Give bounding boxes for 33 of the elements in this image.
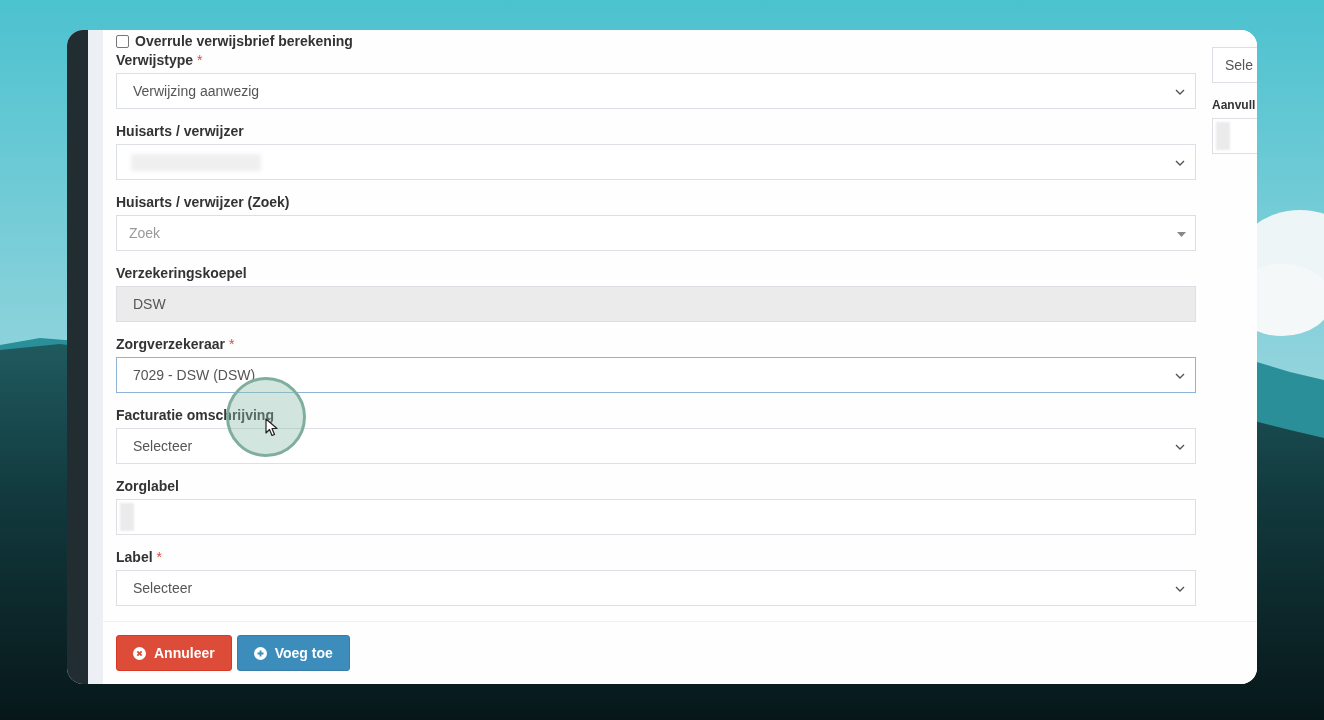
field-label: Aanvull — [1212, 97, 1256, 114]
select-field[interactable]: 7029 - DSW (DSW) — [116, 357, 1196, 393]
field-label: Verzekeringskoepel — [116, 263, 247, 283]
chevron-down-icon — [1175, 373, 1185, 379]
cancel-button[interactable]: Annuleer — [116, 635, 232, 671]
field-label: Huisarts / verwijzer — [116, 121, 244, 141]
field-label: Label — [116, 547, 153, 567]
field-label: Huisarts / verwijzer (Zoek) — [116, 192, 290, 212]
checkbox[interactable] — [116, 34, 129, 48]
required-mark: * — [156, 547, 163, 567]
caret-down-icon — [1177, 232, 1186, 237]
select-field[interactable] — [116, 144, 1196, 180]
checkbox-label: Overrule verwijsbrief berekening — [135, 32, 353, 50]
field-label: Zorglabel — [116, 476, 179, 496]
select-field[interactable]: Selecteer — [116, 570, 1196, 606]
select-field[interactable]: Sele — [1212, 47, 1257, 83]
field-label: Verwijstype — [116, 50, 194, 70]
add-button[interactable]: Voeg toe — [236, 635, 350, 671]
chevron-down-icon — [1175, 444, 1185, 450]
plus-circle-icon — [253, 646, 267, 660]
input-field: DSW — [116, 286, 1196, 322]
field-label: Zorgverzekeraar — [116, 334, 225, 354]
chevron-down-icon — [1175, 586, 1185, 592]
select-field[interactable]: Verwijzing aanwezig — [116, 73, 1196, 109]
required-mark: * — [228, 334, 235, 354]
input-field[interactable] — [1212, 118, 1257, 154]
field-label: Facturatie omschrijving — [116, 405, 274, 425]
required-mark: * — [197, 50, 203, 70]
close-circle-icon — [133, 646, 146, 660]
chevron-down-icon — [1175, 89, 1185, 95]
select-field[interactable]: Selecteer — [116, 428, 1196, 464]
chevron-down-icon — [1175, 160, 1185, 166]
input-field[interactable] — [116, 499, 1196, 535]
